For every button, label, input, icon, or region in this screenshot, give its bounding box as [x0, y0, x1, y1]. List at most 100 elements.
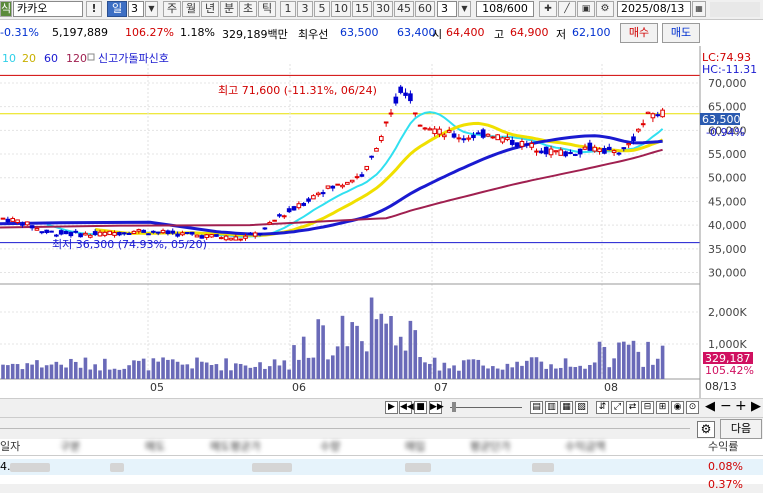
- candle-body: [514, 142, 520, 147]
- line-tool-icon[interactable]: ╱: [558, 1, 576, 17]
- candle-body: [354, 176, 360, 179]
- tool-icon[interactable]: ▦: [560, 401, 573, 414]
- alert-icon[interactable]: !: [86, 1, 102, 17]
- volume-bar: [403, 350, 408, 379]
- sell-button[interactable]: 매도: [662, 23, 700, 43]
- minute-option-button[interactable]: 45: [394, 1, 414, 17]
- chart-panel[interactable]: 10 20 60 120 신고가돌파신호 70,000 65,000 60,000 5…: [0, 46, 763, 398]
- minute-option-button[interactable]: 3: [297, 1, 313, 17]
- column-header-return: 수익률: [708, 440, 739, 453]
- candle-body: [558, 149, 564, 156]
- minute-option-button[interactable]: 5: [314, 1, 330, 17]
- candle-body: [349, 179, 355, 183]
- volume-bar: [631, 340, 636, 379]
- forward-icon[interactable]: ▶▶: [429, 401, 444, 414]
- chevron-down-icon[interactable]: ▼: [145, 1, 158, 17]
- x-tick-label: 07: [434, 381, 448, 394]
- candle-body: [383, 121, 389, 124]
- tool-icon[interactable]: ▥: [545, 401, 558, 414]
- rewind-icon[interactable]: ◀◀: [399, 401, 414, 414]
- minute-option-button[interactable]: 1: [280, 1, 296, 17]
- chevron-down-icon[interactable]: ▼: [458, 1, 471, 17]
- current-price-label: 63,500: [702, 113, 741, 126]
- tool-icon[interactable]: ⇄: [626, 401, 639, 414]
- stock-name-field[interactable]: 카카오: [13, 1, 83, 17]
- volume-bar: [369, 297, 374, 379]
- period-daily-button[interactable]: 일: [107, 1, 127, 17]
- tool-icon[interactable]: ⇵: [596, 401, 609, 414]
- tool-icon[interactable]: ⊟: [641, 401, 654, 414]
- period-second-button[interactable]: 초: [239, 1, 257, 17]
- minus-icon[interactable]: −: [720, 398, 732, 414]
- period-minute-button[interactable]: 분: [220, 1, 238, 17]
- minute-option-button[interactable]: 30: [373, 1, 393, 17]
- interval-field[interactable]: 3: [437, 1, 457, 17]
- candle-body: [548, 148, 554, 156]
- scroll-right-icon[interactable]: ▶: [751, 399, 761, 414]
- crosshair-icon[interactable]: ✚: [539, 1, 557, 17]
- zoom-slider-handle[interactable]: [452, 402, 456, 412]
- table-row[interactable]: 4. 0.08%: [0, 459, 763, 475]
- candle-body: [88, 234, 93, 238]
- candle-body: [509, 139, 515, 145]
- volume-bar: [141, 358, 146, 379]
- candle-body: [466, 137, 471, 140]
- tool-icon[interactable]: ▧: [575, 401, 588, 414]
- candle-body: [10, 217, 15, 222]
- current-volume-ratio: 105.42%: [705, 364, 754, 377]
- table-row[interactable]: 0.37%: [0, 477, 763, 493]
- period-count-field[interactable]: 3: [128, 1, 144, 17]
- column-header: 수량: [320, 440, 341, 453]
- next-button[interactable]: 다음: [720, 419, 762, 439]
- candle-body: [78, 233, 83, 238]
- tool-icon[interactable]: ⤢: [611, 401, 624, 414]
- candle-body: [524, 143, 530, 146]
- zoom-slider[interactable]: [450, 407, 522, 408]
- period-year-button[interactable]: 년: [201, 1, 219, 17]
- tool-icon[interactable]: ◉: [671, 401, 684, 414]
- candle-body: [112, 232, 117, 236]
- candle-body: [412, 112, 418, 115]
- gear-icon[interactable]: ⚙: [596, 1, 614, 17]
- candle-body: [597, 148, 602, 152]
- calendar-icon[interactable]: ▦: [692, 1, 706, 17]
- minute-option-button[interactable]: 15: [352, 1, 372, 17]
- market-type-badge[interactable]: 식: [0, 1, 12, 17]
- volume-bar: [117, 369, 122, 379]
- candle-body: [636, 128, 641, 132]
- tool-icon[interactable]: ⊞: [656, 401, 669, 414]
- scroll-left-icon[interactable]: ◀: [705, 399, 715, 414]
- minute-option-button[interactable]: 60: [415, 1, 435, 17]
- buy-button[interactable]: 매수: [620, 23, 658, 43]
- volume-bar: [622, 341, 626, 379]
- period-month-button[interactable]: 월: [182, 1, 200, 17]
- plus-icon[interactable]: +: [735, 398, 747, 414]
- volume-bar: [413, 330, 418, 379]
- volume-bar: [78, 367, 83, 379]
- candle-body: [209, 234, 214, 238]
- minute-option-button[interactable]: 10: [331, 1, 351, 17]
- volume-bar: [578, 365, 582, 379]
- volume-bar: [243, 365, 248, 379]
- page-counter-field[interactable]: 108/600: [476, 1, 534, 17]
- save-icon[interactable]: ▣: [577, 1, 595, 17]
- tool-icon[interactable]: ⊙: [686, 401, 699, 414]
- play-icon[interactable]: ▶: [385, 401, 398, 414]
- tool-icon[interactable]: ▤: [530, 401, 543, 414]
- volume-bar: [340, 315, 345, 379]
- candle-body: [24, 221, 30, 226]
- ma-legend: 10 20 60 120 신고가돌파신호: [2, 52, 169, 65]
- period-tick-button[interactable]: 틱: [258, 1, 276, 17]
- volume-bar: [437, 370, 442, 379]
- period-week-button[interactable]: 주: [163, 1, 181, 17]
- stop-icon[interactable]: ■: [414, 401, 427, 414]
- candle-body: [170, 230, 176, 234]
- gear-icon[interactable]: ⚙: [697, 421, 715, 438]
- ma-legend-10: 10: [2, 52, 16, 65]
- date-field[interactable]: 2025/08/13: [617, 1, 691, 17]
- candle-body: [505, 137, 510, 141]
- volume-bar: [229, 370, 233, 379]
- volume-bar: [15, 364, 20, 379]
- volume-bar: [200, 361, 204, 379]
- price-chart[interactable]: 10 20 60 120 신고가돌파신호 70,00065,00060,0005…: [0, 46, 763, 398]
